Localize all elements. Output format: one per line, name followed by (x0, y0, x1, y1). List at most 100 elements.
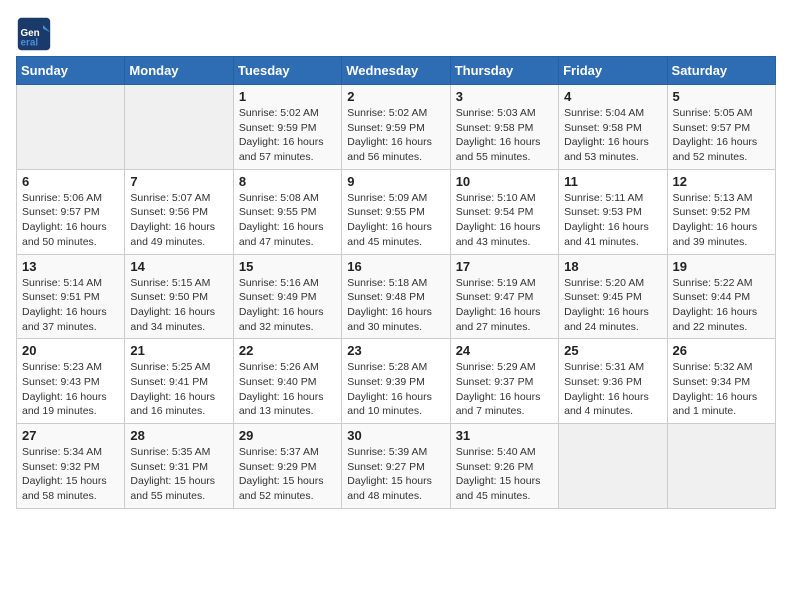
weekday-header-row: SundayMondayTuesdayWednesdayThursdayFrid… (17, 57, 776, 85)
day-number: 13 (22, 259, 119, 274)
cell-info: Sunrise: 5:09 AM Sunset: 9:55 PM Dayligh… (347, 191, 444, 250)
day-number: 12 (673, 174, 770, 189)
week-row-1: 1 Sunrise: 5:02 AM Sunset: 9:59 PM Daylig… (17, 85, 776, 170)
week-row-2: 6 Sunrise: 5:06 AM Sunset: 9:57 PM Daylig… (17, 169, 776, 254)
calendar-cell: 27 Sunrise: 5:34 AM Sunset: 9:32 PM Dayli… (17, 424, 125, 509)
calendar-cell: 23 Sunrise: 5:28 AM Sunset: 9:39 PM Dayli… (342, 339, 450, 424)
calendar-cell: 17 Sunrise: 5:19 AM Sunset: 9:47 PM Dayli… (450, 254, 558, 339)
weekday-header-thursday: Thursday (450, 57, 558, 85)
calendar-cell: 4 Sunrise: 5:04 AM Sunset: 9:58 PM Daylig… (559, 85, 667, 170)
calendar-cell: 30 Sunrise: 5:39 AM Sunset: 9:27 PM Dayli… (342, 424, 450, 509)
cell-info: Sunrise: 5:19 AM Sunset: 9:47 PM Dayligh… (456, 276, 553, 335)
week-row-4: 20 Sunrise: 5:23 AM Sunset: 9:43 PM Dayli… (17, 339, 776, 424)
calendar-cell: 31 Sunrise: 5:40 AM Sunset: 9:26 PM Dayli… (450, 424, 558, 509)
day-number: 5 (673, 89, 770, 104)
calendar-cell: 5Sunrise: 5:05 AM Sunset: 9:57 PM Daylig… (667, 85, 775, 170)
cell-info: Sunrise: 5:37 AM Sunset: 9:29 PM Dayligh… (239, 445, 336, 504)
day-number: 24 (456, 343, 553, 358)
day-number: 14 (130, 259, 227, 274)
cell-info: Sunrise: 5:02 AM Sunset: 9:59 PM Dayligh… (239, 106, 336, 165)
cell-info: Sunrise: 5:11 AM Sunset: 9:53 PM Dayligh… (564, 191, 661, 250)
day-number: 2 (347, 89, 444, 104)
cell-info: Sunrise: 5:04 AM Sunset: 9:58 PM Dayligh… (564, 106, 661, 165)
calendar-cell (559, 424, 667, 509)
calendar-cell: 12 Sunrise: 5:13 AM Sunset: 9:52 PM Dayli… (667, 169, 775, 254)
calendar-cell: 26Sunrise: 5:32 AM Sunset: 9:34 PM Dayli… (667, 339, 775, 424)
calendar-cell: 6 Sunrise: 5:06 AM Sunset: 9:57 PM Daylig… (17, 169, 125, 254)
calendar-cell: 25 Sunrise: 5:31 AM Sunset: 9:36 PM Dayli… (559, 339, 667, 424)
weekday-header-sunday: Sunday (17, 57, 125, 85)
cell-info: Sunrise: 5:14 AM Sunset: 9:51 PM Dayligh… (22, 276, 119, 335)
calendar-cell (667, 424, 775, 509)
cell-info: Sunrise: 5:40 AM Sunset: 9:26 PM Dayligh… (456, 445, 553, 504)
calendar-cell: 13 Sunrise: 5:14 AM Sunset: 9:51 PM Dayli… (17, 254, 125, 339)
cell-info: Sunrise: 5:08 AM Sunset: 9:55 PM Dayligh… (239, 191, 336, 250)
logo-icon: Gen eral (16, 16, 52, 52)
day-number: 31 (456, 428, 553, 443)
calendar-body: 1 Sunrise: 5:02 AM Sunset: 9:59 PM Daylig… (17, 85, 776, 509)
day-number: 20 (22, 343, 119, 358)
cell-info: Sunrise: 5:23 AM Sunset: 9:43 PM Dayligh… (22, 360, 119, 419)
calendar-header: SundayMondayTuesdayWednesdayThursdayFrid… (17, 57, 776, 85)
calendar-cell: 14 Sunrise: 5:15 AM Sunset: 9:50 PM Dayli… (125, 254, 233, 339)
day-number: 6 (22, 174, 119, 189)
day-number: 4 (564, 89, 661, 104)
day-number: 7 (130, 174, 227, 189)
day-number: 18 (564, 259, 661, 274)
day-number: 27 (22, 428, 119, 443)
cell-info: Sunrise: 5:18 AM Sunset: 9:48 PM Dayligh… (347, 276, 444, 335)
cell-info: Sunrise: 5:10 AM Sunset: 9:54 PM Dayligh… (456, 191, 553, 250)
day-number: 9 (347, 174, 444, 189)
calendar-cell: 9 Sunrise: 5:09 AM Sunset: 9:55 PM Daylig… (342, 169, 450, 254)
day-number: 23 (347, 343, 444, 358)
day-number: 29 (239, 428, 336, 443)
calendar-cell: 24 Sunrise: 5:29 AM Sunset: 9:37 PM Dayli… (450, 339, 558, 424)
calendar-cell (17, 85, 125, 170)
day-number: 1 (239, 89, 336, 104)
cell-info: Sunrise: 5:28 AM Sunset: 9:39 PM Dayligh… (347, 360, 444, 419)
calendar-cell: 1 Sunrise: 5:02 AM Sunset: 9:59 PM Daylig… (233, 85, 341, 170)
cell-info: Sunrise: 5:22 AM Sunset: 9:44 PM Dayligh… (673, 276, 770, 335)
weekday-header-tuesday: Tuesday (233, 57, 341, 85)
cell-info: Sunrise: 5:15 AM Sunset: 9:50 PM Dayligh… (130, 276, 227, 335)
day-number: 3 (456, 89, 553, 104)
calendar-cell: 22 Sunrise: 5:26 AM Sunset: 9:40 PM Dayli… (233, 339, 341, 424)
day-number: 16 (347, 259, 444, 274)
cell-info: Sunrise: 5:20 AM Sunset: 9:45 PM Dayligh… (564, 276, 661, 335)
cell-info: Sunrise: 5:07 AM Sunset: 9:56 PM Dayligh… (130, 191, 227, 250)
cell-info: Sunrise: 5:13 AM Sunset: 9:52 PM Dayligh… (673, 191, 770, 250)
calendar-cell: 10 Sunrise: 5:10 AM Sunset: 9:54 PM Dayli… (450, 169, 558, 254)
day-number: 22 (239, 343, 336, 358)
weekday-header-friday: Friday (559, 57, 667, 85)
calendar-cell: 21 Sunrise: 5:25 AM Sunset: 9:41 PM Dayli… (125, 339, 233, 424)
cell-info: Sunrise: 5:31 AM Sunset: 9:36 PM Dayligh… (564, 360, 661, 419)
calendar-cell (125, 85, 233, 170)
day-number: 17 (456, 259, 553, 274)
calendar-cell: 2Sunrise: 5:02 AM Sunset: 9:59 PM Daylig… (342, 85, 450, 170)
day-number: 26 (673, 343, 770, 358)
day-number: 30 (347, 428, 444, 443)
header: Gen eral (16, 16, 776, 52)
calendar-cell: 11 Sunrise: 5:11 AM Sunset: 9:53 PM Dayli… (559, 169, 667, 254)
day-number: 25 (564, 343, 661, 358)
calendar-cell: 16 Sunrise: 5:18 AM Sunset: 9:48 PM Dayli… (342, 254, 450, 339)
cell-info: Sunrise: 5:39 AM Sunset: 9:27 PM Dayligh… (347, 445, 444, 504)
day-number: 15 (239, 259, 336, 274)
cell-info: Sunrise: 5:03 AM Sunset: 9:58 PM Dayligh… (456, 106, 553, 165)
week-row-5: 27 Sunrise: 5:34 AM Sunset: 9:32 PM Dayli… (17, 424, 776, 509)
calendar-cell: 15Sunrise: 5:16 AM Sunset: 9:49 PM Dayli… (233, 254, 341, 339)
calendar-cell: 19Sunrise: 5:22 AM Sunset: 9:44 PM Dayli… (667, 254, 775, 339)
day-number: 11 (564, 174, 661, 189)
cell-info: Sunrise: 5:26 AM Sunset: 9:40 PM Dayligh… (239, 360, 336, 419)
logo: Gen eral (16, 16, 58, 52)
day-number: 21 (130, 343, 227, 358)
weekday-header-monday: Monday (125, 57, 233, 85)
cell-info: Sunrise: 5:29 AM Sunset: 9:37 PM Dayligh… (456, 360, 553, 419)
calendar-cell: 8 Sunrise: 5:08 AM Sunset: 9:55 PM Daylig… (233, 169, 341, 254)
cell-info: Sunrise: 5:06 AM Sunset: 9:57 PM Dayligh… (22, 191, 119, 250)
day-number: 8 (239, 174, 336, 189)
cell-info: Sunrise: 5:34 AM Sunset: 9:32 PM Dayligh… (22, 445, 119, 504)
day-number: 10 (456, 174, 553, 189)
cell-info: Sunrise: 5:25 AM Sunset: 9:41 PM Dayligh… (130, 360, 227, 419)
svg-text:eral: eral (21, 38, 39, 49)
